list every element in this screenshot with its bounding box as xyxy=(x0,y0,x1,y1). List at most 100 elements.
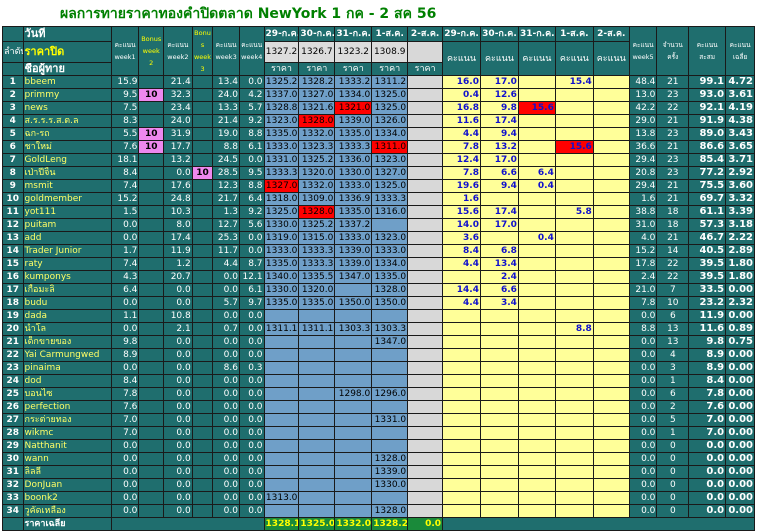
guess-count: 13 xyxy=(656,335,690,349)
guess-count: 0 xyxy=(656,504,690,518)
guess-price xyxy=(407,400,444,414)
player-name: yot111 xyxy=(22,205,112,219)
week1-score: 6.4 xyxy=(110,283,140,297)
guess-count: 23 xyxy=(656,127,690,141)
guess-score: 13.2 xyxy=(479,140,519,154)
guess-price xyxy=(334,452,373,466)
guess-count: 21 xyxy=(656,231,690,245)
guess-score: 8.8 xyxy=(554,322,594,336)
total-score: 0.0 xyxy=(688,504,727,518)
guess-price: 1327.0 xyxy=(298,88,336,102)
guess-price xyxy=(371,374,409,388)
guess-price: 1327.0 xyxy=(371,166,409,180)
week1-score: 0.0 xyxy=(110,465,140,479)
guess-price: 1328.0 xyxy=(371,504,409,518)
guess-score xyxy=(517,478,556,492)
bonus2-value: 10 xyxy=(138,127,165,141)
bonus2-value xyxy=(138,387,165,401)
guess-price xyxy=(263,478,300,492)
guess-score xyxy=(554,504,594,518)
bonus2-value xyxy=(138,257,165,271)
average-score: 4.72 xyxy=(725,75,755,89)
week2-score: 0.0 xyxy=(163,348,193,362)
table-row: 29 Natthanit 0.0 0.0 0.0 0.0 0.0 0 0.0 0.00 xyxy=(2,439,755,453)
week1-header: คะแนน week1 xyxy=(110,26,140,76)
table-row: 28 wikmc 7.0 0.0 0.0 0.0 0.0 1 7.0 0.00 xyxy=(2,426,755,440)
player-label: ชื่อผู้ทาย xyxy=(22,62,112,76)
guess-score xyxy=(592,231,630,245)
table-row: 20 นำโล 0.0 2.1 0.7 0.0 1311.1 1311.1 1303.3 1303… xyxy=(2,322,755,336)
week1-score: 8.3 xyxy=(110,114,140,128)
bonus2-value xyxy=(138,478,165,492)
row-number: 13 xyxy=(2,231,24,245)
guess-score xyxy=(442,478,481,492)
guess-score xyxy=(517,413,556,427)
bonus3-value xyxy=(191,218,214,232)
guess-score xyxy=(442,270,481,284)
bonus2-value xyxy=(138,296,165,310)
week2-score: 10.8 xyxy=(163,309,193,323)
bonus2-value xyxy=(138,218,165,232)
bonus3-value xyxy=(191,153,214,167)
guess-score xyxy=(517,504,556,518)
guess-price: 1334.0 xyxy=(371,127,409,141)
table-row: 22 Yai Carmungwed 8.9 0.0 0.0 0.0 0.0 4 8.9 0.00 xyxy=(2,348,755,362)
total-score: 23.2 xyxy=(688,296,727,310)
guess-price: 1330.0 xyxy=(263,218,300,232)
guess-price: 1335.5 xyxy=(298,270,336,284)
guess-score xyxy=(479,361,519,375)
week4-score: 0.0 xyxy=(238,426,265,440)
total-score: 7.0 xyxy=(688,413,727,427)
week3-score: 0.0 xyxy=(212,270,240,284)
player-name: dod xyxy=(22,374,112,388)
week4-score: 0.0 xyxy=(238,452,265,466)
average-price: 1328.2 xyxy=(371,517,409,531)
week1-score: 9.8 xyxy=(110,335,140,349)
guess-price xyxy=(263,413,300,427)
table-row: 18 budu 0.0 0.0 5.7 9.7 1335.0 1335.0 1350.0 1350… xyxy=(2,296,755,310)
week3-score: 0.0 xyxy=(212,478,240,492)
week4-score: 0.0 xyxy=(238,231,265,245)
bonus3-value xyxy=(191,283,214,297)
row-number: 4 xyxy=(2,114,24,128)
guess-price xyxy=(263,361,300,375)
guess-score xyxy=(517,257,556,271)
player-name: news xyxy=(22,101,112,115)
total-score: 86.6 xyxy=(688,140,727,154)
total-score: 93.0 xyxy=(688,88,727,102)
guess-score xyxy=(592,127,630,141)
guess-score: 9.8 xyxy=(479,101,519,115)
guess-score xyxy=(479,322,519,336)
guess-price xyxy=(407,465,444,479)
guess-price xyxy=(371,400,409,414)
guess-count: 21 xyxy=(656,75,690,89)
guess-price xyxy=(334,309,373,323)
average-price: 1332.0 xyxy=(334,517,373,531)
guess-score xyxy=(517,452,556,466)
guess-count: 18 xyxy=(656,205,690,219)
guess-score xyxy=(554,413,594,427)
week1-score: 0.0 xyxy=(110,504,140,518)
bonus3-value xyxy=(191,257,214,271)
guess-price: 1328.0 xyxy=(298,114,336,128)
guess-score xyxy=(554,88,594,102)
price-label: ราคา xyxy=(298,62,336,76)
closing-price: 1327.2 xyxy=(263,41,300,63)
rank-label: ลำดับ xyxy=(2,41,24,63)
bonus2-value xyxy=(138,166,165,180)
guess-price xyxy=(263,439,300,453)
guess-score xyxy=(554,270,594,284)
row-number: 28 xyxy=(2,426,24,440)
player-name: Natthanit xyxy=(22,439,112,453)
guess-score: 16.0 xyxy=(442,75,481,89)
guess-score xyxy=(517,361,556,375)
week5-score: 8.8 xyxy=(628,322,658,336)
guess-price: 1325.0 xyxy=(371,88,409,102)
week2-score: 10.3 xyxy=(163,205,193,219)
average-price: 1328.1 xyxy=(263,517,300,531)
guess-score xyxy=(517,322,556,336)
guess-price xyxy=(407,504,444,518)
guess-price: 1332.0 xyxy=(298,127,336,141)
guess-score xyxy=(554,166,594,180)
table-row: 27 กระต่ายทอง 7.0 0.0 0.0 0.0 1331.0 0.0 5 7.0 0.0… xyxy=(2,413,755,427)
